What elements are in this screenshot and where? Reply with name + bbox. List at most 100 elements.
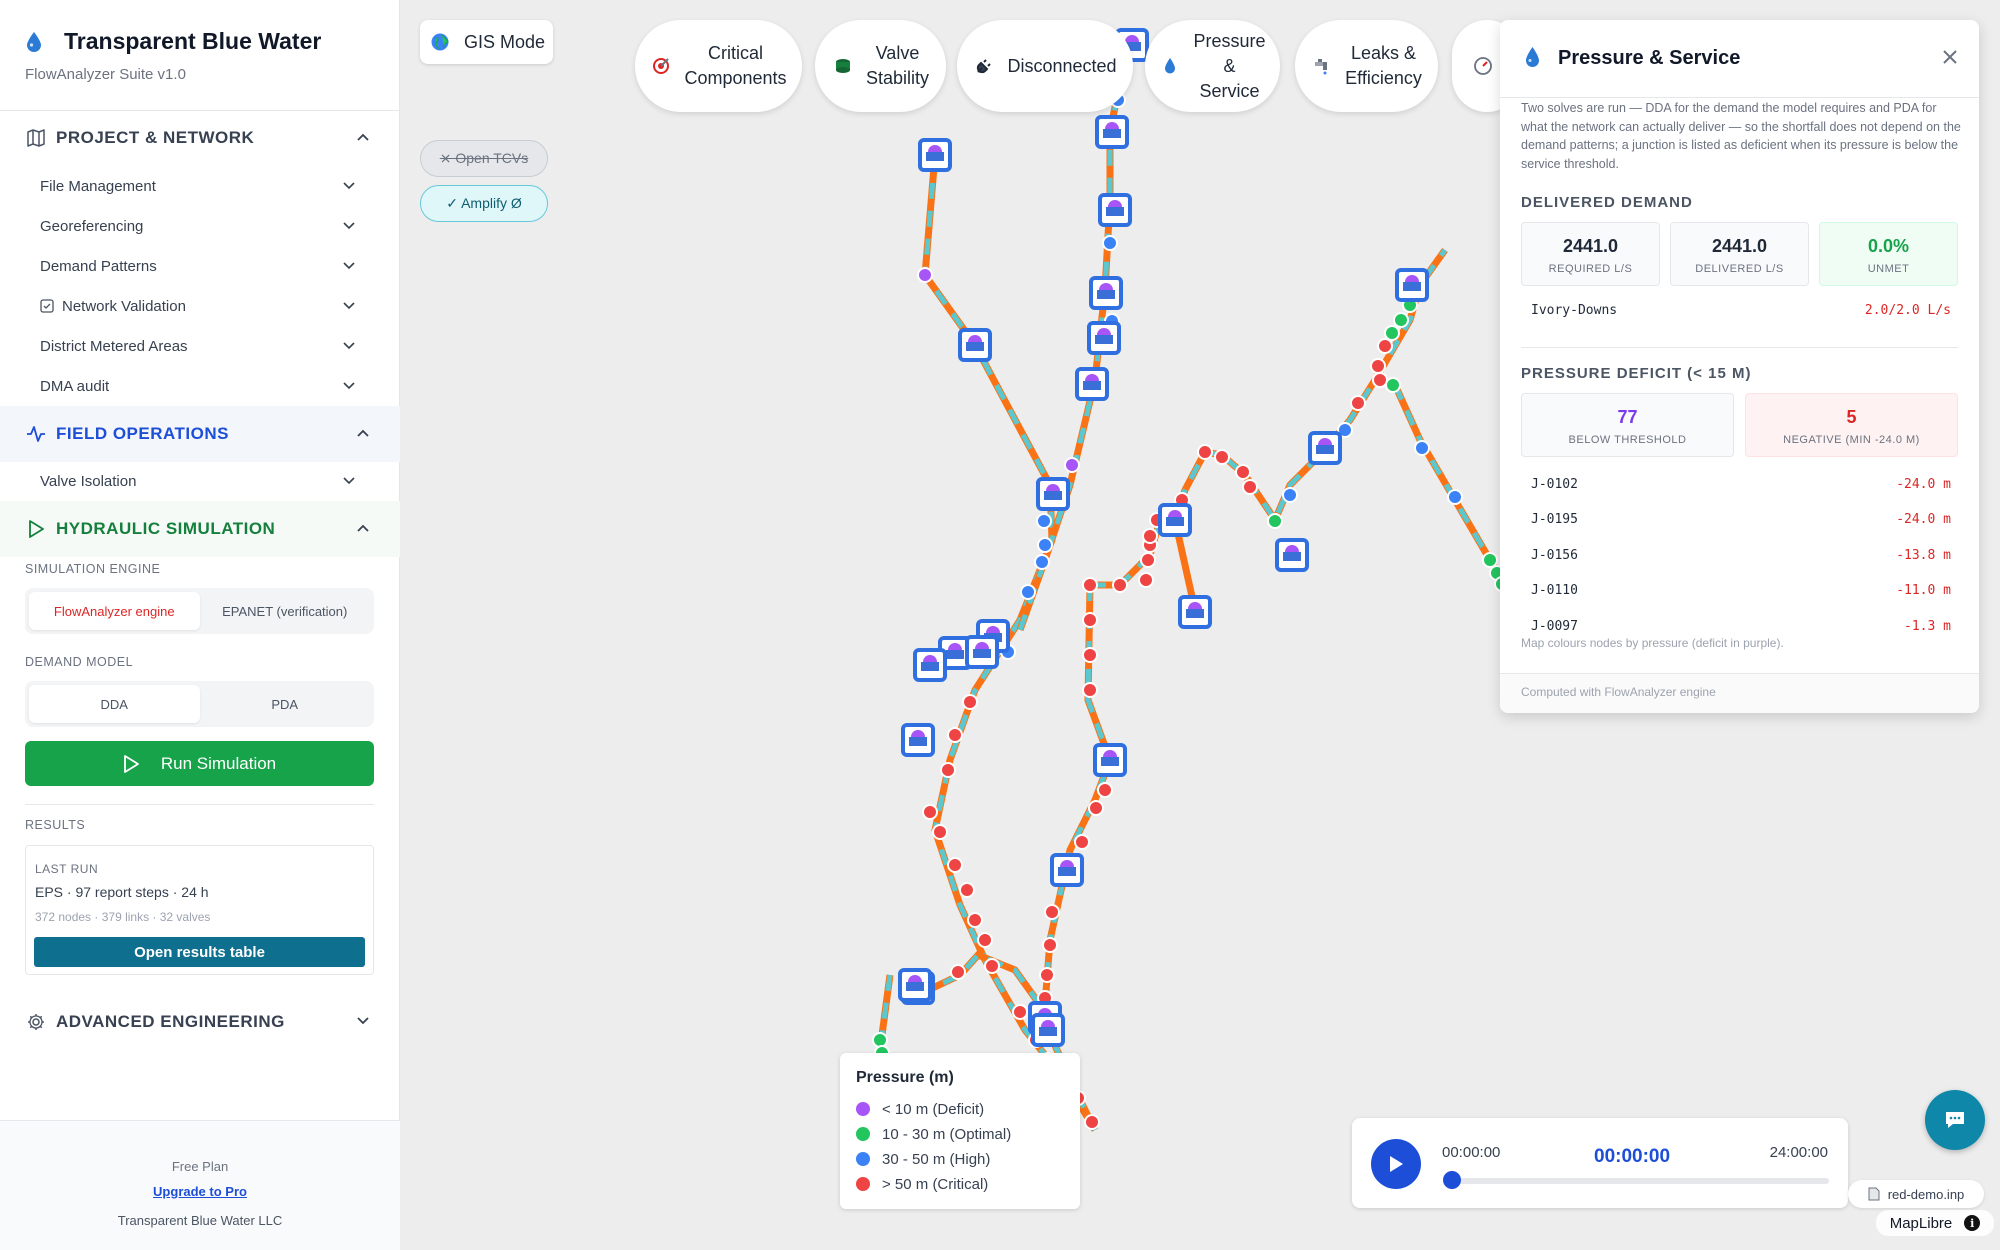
pill-critical-components[interactable]: Critical Components <box>635 20 802 112</box>
section-hydraulic-simulation[interactable]: HYDRAULIC SIMULATION <box>0 501 400 557</box>
deficit-row[interactable]: J-0110 -11.0 m <box>1531 583 1951 603</box>
deficit-list[interactable]: J-0102 -24.0 m J-0195 -24.0 m J-0156 -13.8 … <box>1521 466 1958 631</box>
deficit-row[interactable]: J-0156 -13.8 m <box>1531 548 1951 568</box>
map-attribution[interactable]: MapLibre i <box>1876 1210 1994 1236</box>
pill-valve-stability[interactable]: Valve Stability <box>815 20 946 112</box>
junction-node[interactable] <box>1140 552 1156 568</box>
junction-node[interactable] <box>872 1032 888 1048</box>
junction-node[interactable] <box>1064 457 1080 473</box>
junction-node[interactable] <box>947 727 963 743</box>
sidebar-item-district-metered-areas[interactable]: District Metered Areas <box>40 331 360 361</box>
sidebar-item-demand-patterns[interactable]: Demand Patterns <box>40 251 360 281</box>
timeline-thumb[interactable] <box>1443 1171 1461 1189</box>
junction-node[interactable] <box>1393 312 1409 328</box>
junction-node[interactable] <box>962 694 978 710</box>
junction-node[interactable] <box>1074 834 1090 850</box>
close-icon[interactable] <box>1939 46 1961 68</box>
junction-node[interactable] <box>1370 358 1386 374</box>
demand-option-pda[interactable]: PDA <box>200 685 371 723</box>
junction-node[interactable] <box>1036 513 1052 529</box>
open-tcvs-toggle[interactable]: ⨯ Open TCVs <box>420 140 548 177</box>
junction-node[interactable] <box>959 882 975 898</box>
tank-icon[interactable] <box>1089 276 1123 310</box>
gis-mode-button[interactable]: GIS Mode <box>420 20 553 64</box>
junction-node[interactable] <box>932 824 948 840</box>
tank-icon[interactable] <box>898 968 932 1002</box>
junction-node[interactable] <box>1377 338 1393 354</box>
engine-option-flowanalyzer[interactable]: FlowAnalyzer engine <box>29 592 200 630</box>
tank-icon[interactable] <box>1036 477 1070 511</box>
junction-node[interactable] <box>1012 1004 1028 1020</box>
chat-button[interactable] <box>1925 1090 1985 1150</box>
junction-node[interactable] <box>1082 682 1098 698</box>
deficit-row[interactable]: J-0097 -1.3 m <box>1531 619 1951 631</box>
junction-node[interactable] <box>1039 967 1055 983</box>
timeline-track[interactable] <box>1444 1178 1829 1184</box>
junction-node[interactable] <box>1267 513 1283 529</box>
junction-node[interactable] <box>1138 572 1154 588</box>
section-field-operations[interactable]: FIELD OPERATIONS <box>0 406 400 462</box>
sidebar-item-file-management[interactable]: File Management <box>40 171 360 201</box>
tank-icon[interactable] <box>965 635 999 669</box>
info-icon[interactable]: i <box>1964 1215 1981 1231</box>
tank-icon[interactable] <box>1158 503 1192 537</box>
junction-node[interactable] <box>922 804 938 820</box>
junction-node[interactable] <box>1082 612 1098 628</box>
tank-icon[interactable] <box>1031 1013 1065 1047</box>
tank-icon[interactable] <box>913 648 947 682</box>
junction-node[interactable] <box>1112 577 1128 593</box>
junction-node[interactable] <box>1102 235 1118 251</box>
junction-node[interactable] <box>1044 904 1060 920</box>
tank-icon[interactable] <box>1178 595 1212 629</box>
tank-icon[interactable] <box>1093 743 1127 777</box>
map-canvas[interactable]: GIS Mode Critical Components Valve Stabili… <box>400 0 2000 1250</box>
junction-node[interactable] <box>1482 552 1498 568</box>
deficit-row[interactable]: J-0102 -24.0 m <box>1531 477 1951 497</box>
junction-node[interactable] <box>1282 487 1298 503</box>
junction-node[interactable] <box>1414 440 1430 456</box>
sidebar-item-dma-audit[interactable]: DMA audit <box>40 371 360 401</box>
tank-symbols[interactable] <box>851 28 1429 1185</box>
junction-node[interactable] <box>1037 537 1053 553</box>
section-advanced-engineering[interactable]: ADVANCED ENGINEERING <box>0 994 400 1050</box>
junction-node[interactable] <box>950 964 966 980</box>
tank-icon[interactable] <box>1395 268 1429 302</box>
file-name-chip[interactable]: red-demo.inp <box>1848 1180 1984 1208</box>
junction-node[interactable] <box>947 857 963 873</box>
sidebar-item-valve-isolation[interactable]: Valve Isolation <box>40 466 360 496</box>
junction-node[interactable] <box>1088 800 1104 816</box>
tank-icon[interactable] <box>1095 115 1129 149</box>
junction-node[interactable] <box>1214 449 1230 465</box>
amplify-toggle[interactable]: ✓ Amplify Ø <box>420 185 548 222</box>
tank-icon[interactable] <box>958 328 992 362</box>
junction-node[interactable] <box>977 932 993 948</box>
junction-node[interactable] <box>1447 489 1463 505</box>
junction-node[interactable] <box>1142 528 1158 544</box>
sidebar-item-georeferencing[interactable]: Georeferencing <box>40 211 360 241</box>
run-simulation-button[interactable]: Run Simulation <box>25 741 374 786</box>
zone-row[interactable]: Ivory-Downs 2.0/2.0 L/s <box>1531 303 1951 323</box>
tank-icon[interactable] <box>1098 193 1132 227</box>
pill-leaks-efficiency[interactable]: Leaks & Efficiency <box>1295 20 1438 112</box>
junction-node[interactable] <box>1384 325 1400 341</box>
open-results-button[interactable]: Open results table <box>34 937 365 967</box>
tank-icon[interactable] <box>1075 367 1109 401</box>
upgrade-link[interactable]: Upgrade to Pro <box>0 1184 400 1199</box>
pill-disconnected[interactable]: Disconnected <box>957 20 1133 112</box>
junction-node[interactable] <box>1372 372 1388 388</box>
junction-node[interactable] <box>1034 554 1050 570</box>
tank-icon[interactable] <box>1087 321 1121 355</box>
junction-node[interactable] <box>984 958 1000 974</box>
junction-node[interactable] <box>917 267 933 283</box>
sidebar-item-network-validation[interactable]: Network Validation <box>40 291 360 321</box>
junction-node[interactable] <box>940 762 956 778</box>
junction-node[interactable] <box>1020 584 1036 600</box>
engine-option-epanet[interactable]: EPANET (verification) <box>200 592 371 630</box>
junction-node[interactable] <box>1197 444 1213 460</box>
junction-node[interactable] <box>1385 377 1401 393</box>
tank-icon[interactable] <box>918 138 952 172</box>
tank-icon[interactable] <box>1050 853 1084 887</box>
junction-node[interactable] <box>967 912 983 928</box>
junction-node[interactable] <box>1082 577 1098 593</box>
tank-icon[interactable] <box>1275 538 1309 572</box>
